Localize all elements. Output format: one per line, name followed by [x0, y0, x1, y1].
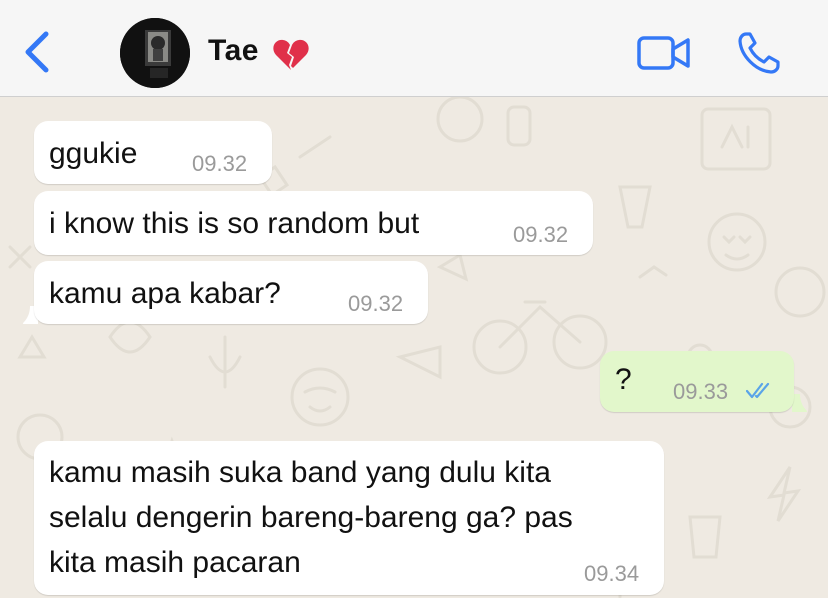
message-time: 09.34 — [584, 561, 640, 586]
broken-heart-icon — [273, 39, 309, 70]
video-camera-icon[interactable] — [636, 34, 692, 72]
message-bubble-incoming[interactable]: i know this is so random but 09.32 — [34, 191, 593, 255]
bubble-tail — [792, 394, 808, 412]
message-time: 09.32 — [513, 222, 569, 247]
message-time: 09.32 — [348, 291, 404, 316]
message-list[interactable]: ggukie 09.32 i know this is so random bu… — [0, 97, 828, 598]
message-time: 09.33 — [673, 379, 729, 404]
message-time: 09.32 — [192, 151, 248, 176]
message-text: ggukie — [49, 137, 138, 170]
contact-name[interactable]: Tae — [208, 34, 259, 68]
avatar[interactable] — [120, 18, 190, 88]
message-text: i know this is so random but — [49, 207, 420, 240]
message-bubble-outgoing[interactable]: ? 09.33 — [600, 351, 794, 412]
message-line: kita masih pacaran — [49, 546, 301, 579]
read-receipt-icon — [746, 382, 770, 399]
message-bubble-incoming[interactable]: ggukie 09.32 — [34, 121, 272, 184]
message-text: kamu apa kabar? — [49, 277, 281, 310]
message-line: kamu masih suka band yang dulu kita — [49, 456, 551, 489]
message-line: selalu dengerin bareng-bareng ga? pas — [49, 501, 573, 534]
message-text: kamu masih suka band yang dulu kita sela… — [49, 450, 573, 585]
chevron-left-icon[interactable] — [22, 30, 52, 74]
message-bubble-incoming[interactable]: kamu apa kabar? 09.32 — [34, 261, 428, 324]
chat-header: Tae — [0, 0, 828, 97]
message-text: ? — [615, 363, 632, 396]
phone-icon[interactable] — [736, 30, 782, 76]
message-bubble-incoming[interactable]: kamu masih suka band yang dulu kita sela… — [34, 441, 664, 595]
